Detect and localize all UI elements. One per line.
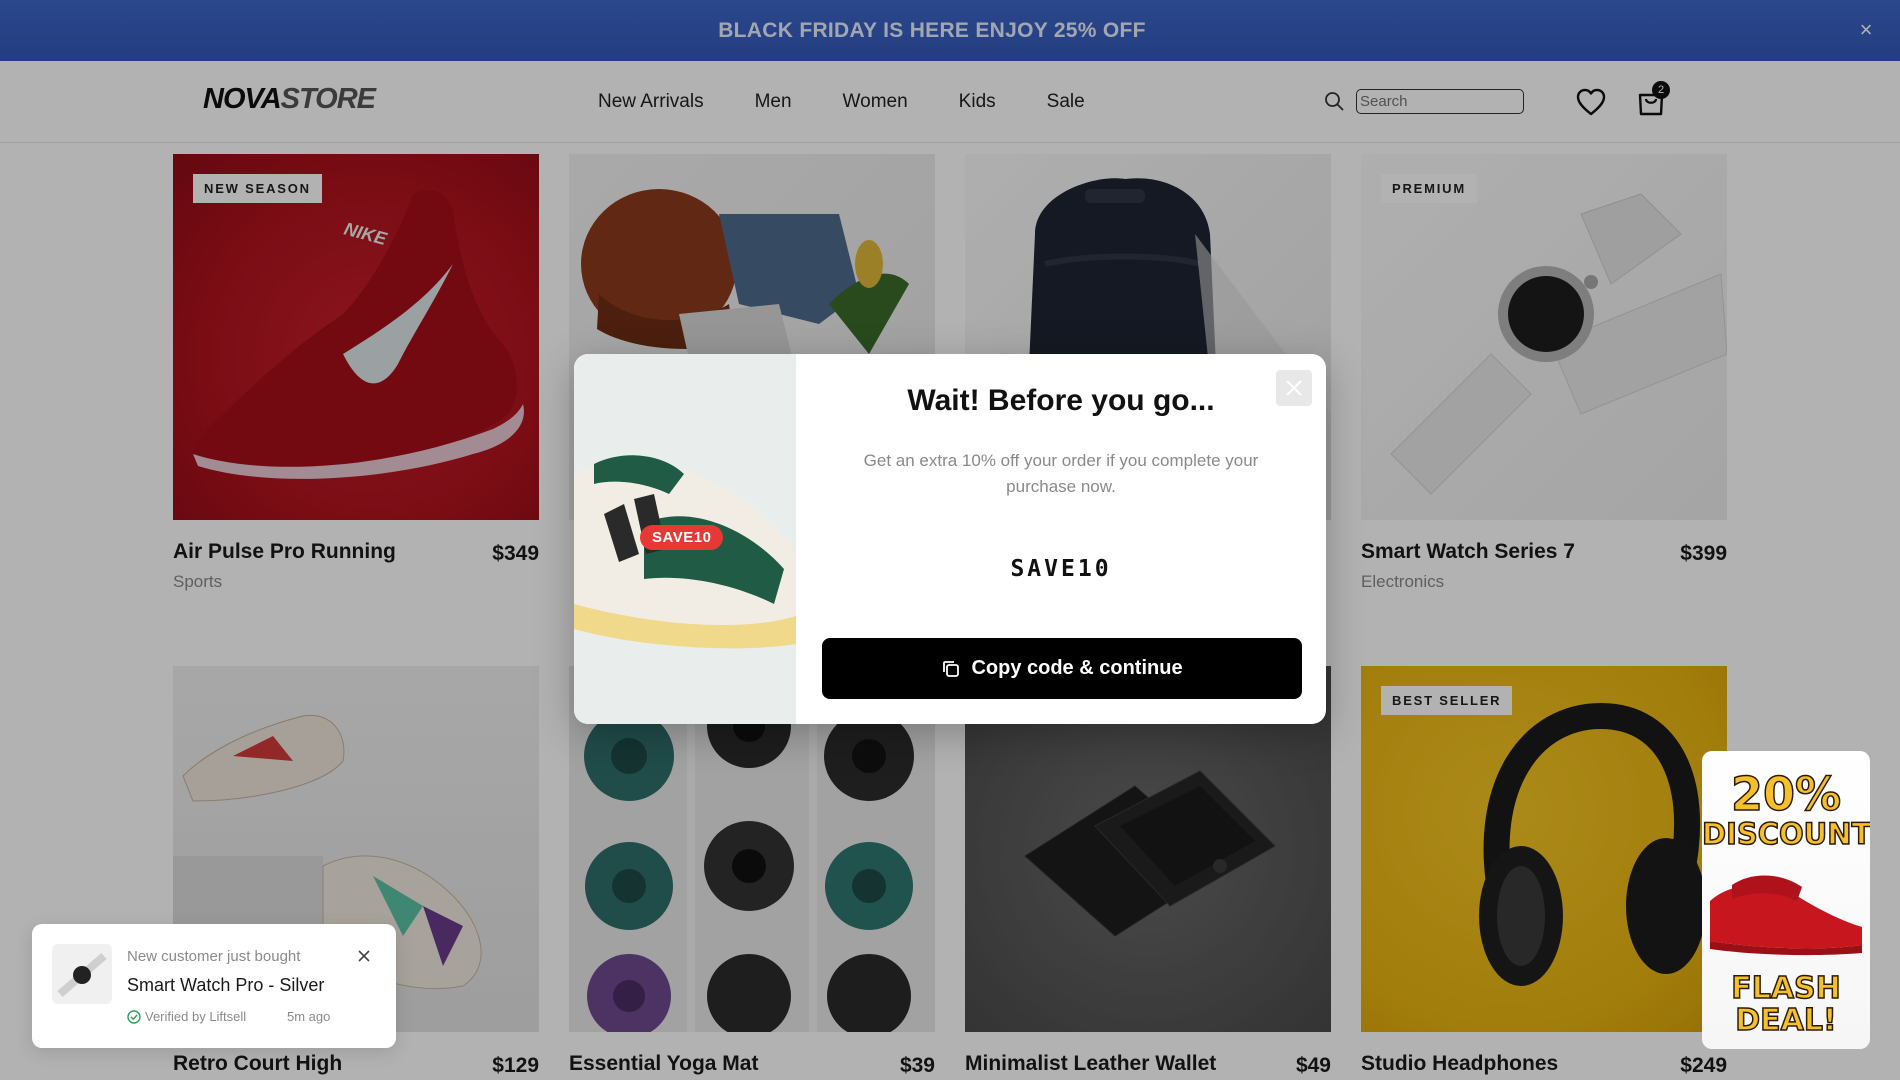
promo-flash: FLASH — [1730, 970, 1841, 1007]
promo-deal: DEAL! — [1735, 1002, 1838, 1039]
verified-check-icon — [127, 1009, 141, 1024]
toast-overline: New customer just bought — [127, 948, 301, 965]
social-proof-toast[interactable]: New customer just bought Smart Watch Pro… — [32, 924, 396, 1048]
flash-deal-widget[interactable]: 20% DISCOUNT FLASH DEAL! — [1702, 751, 1870, 1049]
copy-icon — [943, 660, 960, 677]
toast-product-name[interactable]: Smart Watch Pro - Silver — [127, 975, 324, 996]
discount-code[interactable]: SAVE10 — [796, 556, 1326, 582]
copy-code-label: Copy code & continue — [971, 657, 1183, 679]
promo-discount: DISCOUNT — [1702, 816, 1870, 852]
promo-percent: 20% — [1730, 766, 1842, 822]
copy-code-button[interactable]: Copy code & continue — [822, 638, 1302, 699]
toast-time: 5m ago — [287, 1009, 331, 1024]
red-sneakers-image — [1710, 875, 1862, 956]
promo-code-tag: SAVE10 — [640, 525, 724, 550]
modal-image: SAVE10 — [574, 354, 796, 724]
watch-thumbnail-image — [57, 952, 107, 998]
verified-text: Verified by Liftsell — [145, 1009, 247, 1024]
toast-close-icon[interactable] — [356, 948, 372, 964]
modal-title: Wait! Before you go... — [907, 384, 1215, 417]
toast-verified: Verified by Liftsell — [127, 1009, 246, 1024]
toast-product-thumbnail — [52, 944, 112, 1004]
exit-intent-modal: SAVE10 Wait! Before you go... Get an ext… — [574, 354, 1326, 724]
modal-subtitle: Get an extra 10% off your order if you c… — [863, 451, 1259, 496]
